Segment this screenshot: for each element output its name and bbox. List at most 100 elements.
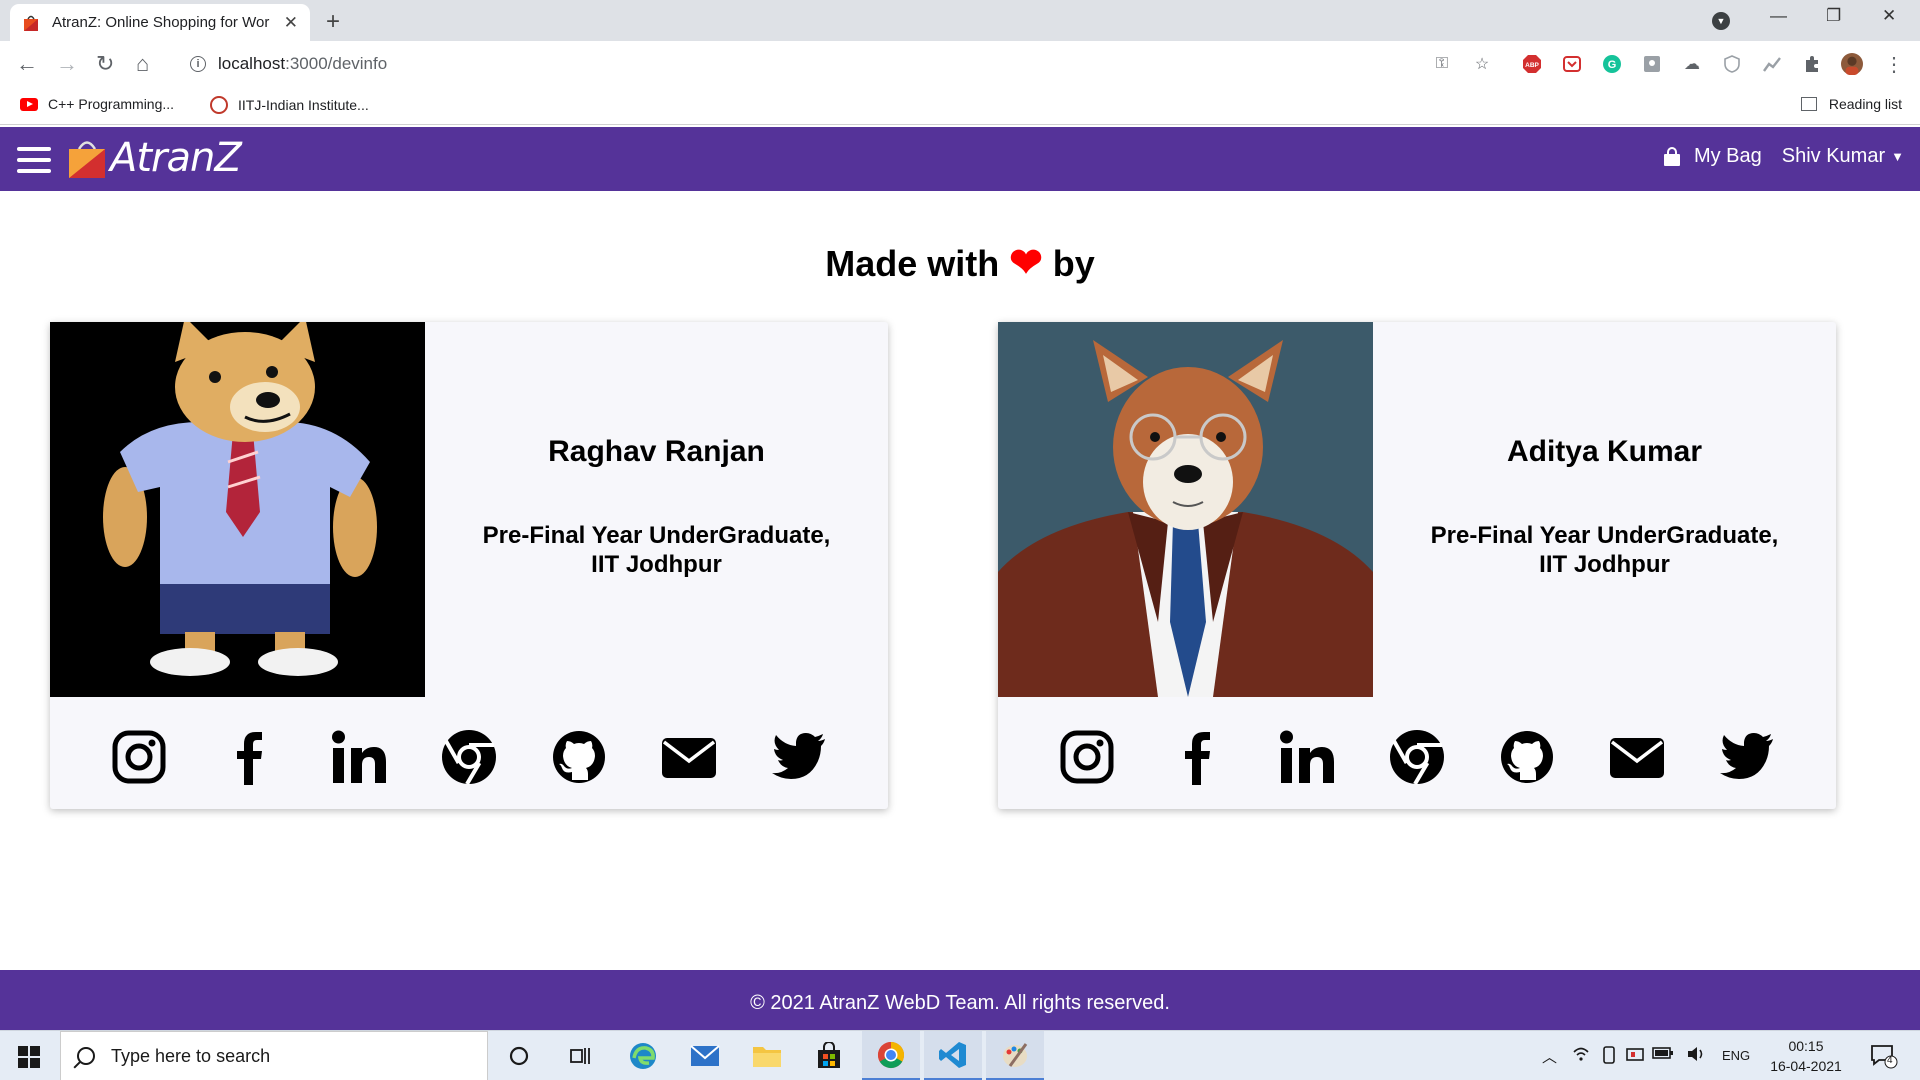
battery-icon[interactable] (1652, 1046, 1674, 1064)
bookmarks-bar: C++ Programming... IITJ-Indian Institute… (0, 87, 1920, 125)
chrome-taskbar-icon[interactable] (862, 1031, 920, 1080)
file-explorer-icon[interactable] (738, 1031, 796, 1080)
tab-title: AtranZ: Online Shopping for Wor (51, 14, 270, 31)
heading-pre: Made with (825, 243, 1000, 284)
navbar-actions: My Bag Shiv Kumar ▼ (1662, 145, 1904, 168)
user-menu-dropdown[interactable]: Shiv Kumar ▼ (1782, 145, 1904, 168)
twitter-icon[interactable] (1692, 724, 1802, 790)
device-icon[interactable] (1602, 1046, 1616, 1068)
minimize-icon[interactable]: — (1770, 6, 1787, 26)
paint-icon[interactable] (986, 1031, 1044, 1080)
svg-text:ABP: ABP (1525, 62, 1539, 69)
developer-card: Aditya Kumar Pre-Final Year UnderGraduat… (998, 322, 1836, 809)
linkedin-icon[interactable] (1252, 724, 1362, 790)
volume-icon[interactable] (1686, 1046, 1706, 1066)
taskbar-search-input[interactable]: Type here to search (60, 1031, 488, 1080)
linkedin-icon[interactable] (304, 724, 414, 790)
youtube-icon (20, 97, 38, 111)
site-info-icon[interactable]: i (190, 56, 206, 72)
address-bar[interactable]: i localhost:3000/devinfo (176, 47, 1446, 81)
key-icon[interactable]: ⚿ (1431, 53, 1453, 75)
notification-center-icon[interactable]: 4 (1870, 1043, 1898, 1073)
restore-icon[interactable]: ❐ (1826, 6, 1841, 26)
chart-extension-icon[interactable] (1761, 53, 1783, 75)
iitj-logo-icon (210, 96, 228, 114)
vscode-icon[interactable] (924, 1031, 982, 1080)
wifi-icon[interactable] (1572, 1046, 1590, 1066)
back-icon[interactable]: ← (16, 51, 38, 77)
tab-close-icon[interactable]: ✕ (284, 13, 298, 33)
task-view-icon[interactable] (551, 1031, 609, 1080)
tab-search-icon[interactable]: ▼ (1712, 12, 1730, 30)
mail-icon[interactable] (676, 1031, 734, 1080)
clock-date: 16-04-2021 (1770, 1058, 1842, 1074)
instagram-icon[interactable] (1032, 724, 1142, 790)
url-path: :3000/devinfo (285, 54, 388, 73)
email-icon[interactable] (634, 724, 744, 790)
chrome-icon[interactable] (1362, 724, 1472, 790)
cloud-extension-icon[interactable]: ☁ (1681, 53, 1703, 75)
browser-tab-active[interactable]: AtranZ: Online Shopping for Wor ✕ (10, 4, 310, 41)
shield-icon[interactable] (1721, 53, 1743, 75)
chrome-icon[interactable] (414, 724, 524, 790)
pocket-icon[interactable] (1561, 53, 1583, 75)
reading-list-label: Reading list (1828, 96, 1902, 112)
adblock-icon[interactable]: ABP (1521, 53, 1543, 75)
notification-count: 4 (1887, 1055, 1893, 1066)
facebook-icon[interactable] (1142, 724, 1252, 790)
star-icon[interactable]: ☆ (1471, 53, 1493, 75)
brand-logo[interactable]: AtranZ (66, 130, 242, 186)
bookmark-label: C++ Programming... (48, 96, 175, 112)
social-links (50, 724, 888, 790)
bookmark-iitj[interactable]: IITJ-Indian Institute... (210, 96, 369, 114)
hamburger-menu-icon[interactable] (17, 147, 51, 173)
twitter-icon[interactable] (744, 724, 854, 790)
facebook-icon[interactable] (194, 724, 304, 790)
close-window-icon[interactable]: ✕ (1882, 6, 1896, 26)
reading-list-icon (1800, 97, 1817, 111)
forward-icon[interactable]: → (56, 51, 78, 77)
clock-time: 00:15 (1788, 1038, 1824, 1054)
network-icon[interactable] (1626, 1046, 1644, 1066)
caret-down-icon: ▼ (1891, 149, 1904, 164)
puzzle-icon[interactable] (1801, 53, 1823, 75)
system-clock[interactable]: 00:15 16-04-2021 (1768, 1036, 1844, 1076)
github-icon[interactable] (1472, 724, 1582, 790)
github-icon[interactable] (524, 724, 634, 790)
edge-icon[interactable] (614, 1031, 672, 1080)
role-line-2: IIT Jodhpur (591, 551, 722, 578)
role-line-1: Pre-Final Year UnderGraduate, (482, 522, 831, 549)
bag-icon (1663, 146, 1680, 166)
svg-text:G: G (1608, 59, 1617, 71)
grammarly-icon[interactable]: G (1601, 53, 1623, 75)
bookmark-label: IITJ-Indian Institute... (238, 97, 369, 113)
windows-start-icon[interactable] (18, 1046, 40, 1068)
role-line-1: Pre-Final Year UnderGraduate, (1430, 522, 1779, 549)
instagram-icon[interactable] (84, 724, 194, 790)
page-footer: © 2021 AtranZ WebD Team. All rights rese… (0, 970, 1920, 1030)
reading-list-button[interactable]: Reading list (1800, 96, 1902, 112)
user-name: Shiv Kumar (1781, 145, 1886, 167)
cortana-icon[interactable] (490, 1031, 548, 1080)
extension-icon[interactable] (1641, 53, 1663, 75)
profile-avatar[interactable] (1841, 53, 1863, 75)
email-icon[interactable] (1582, 724, 1692, 790)
more-menu-icon[interactable]: ⋮ (1883, 53, 1905, 76)
shiba-suit-image (998, 322, 1373, 697)
developer-photo (50, 322, 425, 697)
browser-toolbar: ← → ↻ ⌂ i localhost:3000/devinfo ⚿ ☆ ABP… (0, 41, 1920, 87)
my-bag-button[interactable]: My Bag (1662, 145, 1762, 168)
store-icon[interactable] (800, 1031, 858, 1080)
show-hidden-icons[interactable]: ︿ (1542, 1046, 1557, 1067)
language-indicator[interactable]: ENG (1722, 1048, 1750, 1063)
role-line-2: IIT Jodhpur (1539, 551, 1670, 578)
developer-name: Raghav Ranjan (548, 435, 765, 468)
new-tab-icon[interactable]: + (326, 8, 340, 36)
developer-info: Aditya Kumar Pre-Final Year UnderGraduat… (1373, 322, 1836, 697)
doge-schoolboy-image (50, 322, 425, 697)
bookmark-cpp[interactable]: C++ Programming... (20, 96, 174, 112)
reload-icon[interactable]: ↻ (96, 51, 114, 77)
heart-icon: ❤ (1009, 241, 1043, 285)
windows-taskbar: Type here to search ︿ ENG 00:15 16-04-20… (0, 1030, 1920, 1080)
home-icon[interactable]: ⌂ (136, 51, 149, 77)
